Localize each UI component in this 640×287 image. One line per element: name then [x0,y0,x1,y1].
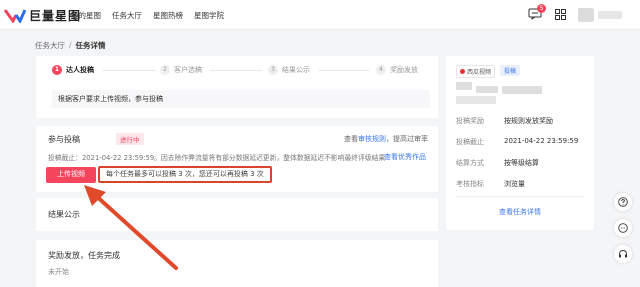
info-key: 投稿奖励 [456,117,484,125]
star-logo-icon [4,9,26,23]
breadcrumb-current: 任务详情 [75,41,106,50]
submission-limit-note: 每个任务最多可以投稿 3 次，您还可以再投稿 3 次 [98,166,272,183]
reward-title: 奖励发放，任务完成 [48,251,120,260]
logo[interactable]: 巨量星图 [4,7,81,24]
breadcrumb-separator: / [69,41,72,50]
step-connector [210,70,262,71]
step-submit: 1 达人投稿 [52,65,94,75]
source-tag: 西瓜视频 [456,65,496,78]
step-result: 3 结果公示 [268,65,310,75]
submission-deadline: 投稿截止：2021-04-22 23:59:59。因去除作弊流量将有部分数据延迟… [48,154,386,162]
nav-item-task-hall[interactable]: 任务大厅 [112,10,142,21]
info-value: 2021-04-22 23:59:59 [504,137,579,145]
blurred-title [456,82,472,90]
info-key: 考核指标 [456,180,484,188]
apps-grid-icon[interactable] [555,9,566,20]
message-count-badge: 5 [537,4,546,13]
step-reward: 4 奖励发放 [376,65,418,75]
review-rules-line: 查看审核规则，提高过审率 [344,134,428,144]
info-value: 浏览量 [504,180,525,188]
type-tag: 投稿 [500,65,521,76]
reward-card: 奖励发放，任务完成 未开始 [36,240,438,287]
xigua-icon [460,69,465,74]
upload-video-button[interactable]: 上传视频 [46,167,96,183]
submission-title: 参与投稿 [48,135,80,144]
source-tag-label: 西瓜视频 [467,69,492,76]
step-connector [102,70,156,71]
task-info-panel: 西瓜视频 投稿 投稿奖励 按规则发放奖励 投稿截止 2021-04-22 23:… [446,56,594,230]
result-title: 结果公示 [48,210,80,219]
nav-item-my-star[interactable]: 我的星图 [71,10,101,21]
rules-suffix: ，提高过审率 [386,135,428,143]
result-card: 结果公示 [36,198,438,231]
info-key: 投稿截止 [456,138,484,146]
headset-icon [619,250,627,258]
blurred-title [502,86,542,94]
reward-status: 未开始 [48,268,69,276]
step-description: 根据客户要求上传视频，参与投稿 [52,90,430,108]
step-label: 结果公示 [282,66,310,74]
step-label: 奖励发放 [390,66,418,74]
view-best-works-link[interactable]: 查看优秀作品 [384,152,426,162]
feedback-icon [618,223,628,233]
nav-item-academy[interactable]: 星图学院 [194,10,224,21]
info-row-reward: 投稿奖励 按规则发放奖励 [456,116,553,126]
info-row-settlement: 结算方式 按等级结算 [456,158,539,168]
status-badge: 进行中 [116,133,144,145]
step-number: 3 [268,65,278,75]
avatar[interactable] [578,8,594,22]
username-blurred[interactable] [598,11,622,19]
step-connector [318,70,370,71]
step-label: 客户选稿 [174,66,202,74]
step-client-select: 2 客户选稿 [160,65,202,75]
info-value: 按等级结算 [504,159,539,167]
nav-item-hot-list[interactable]: 星图热榜 [153,10,183,21]
rules-prefix: 查看 [344,135,358,143]
divider [456,196,584,197]
submission-card: 参与投稿 进行中 查看审核规则，提高过审率 投稿截止：2021-04-22 23… [36,126,438,192]
view-task-details-link[interactable]: 查看任务详情 [446,207,594,217]
info-value: 按规则发放奖励 [504,117,553,125]
info-row-metric: 考核指标 浏览量 [456,179,525,189]
review-rules-link[interactable]: 审核规则 [358,135,386,143]
info-row-deadline: 投稿截止 2021-04-22 23:59:59 [456,137,578,147]
step-label: 达人投稿 [66,66,94,74]
breadcrumb-task-hall[interactable]: 任务大厅 [35,41,65,50]
blurred-subtitle [456,96,496,104]
breadcrumb: 任务大厅 / 任务详情 [35,40,106,51]
feedback-button[interactable] [614,219,632,237]
support-button[interactable] [614,245,632,263]
steps-card: 1 达人投稿 2 客户选稿 3 结果公示 4 奖励发放 根据客户要求上传视频，参… [36,56,438,118]
help-button[interactable] [614,193,632,211]
help-icon [618,197,628,207]
step-number: 4 [376,65,386,75]
info-key: 结算方式 [456,159,484,167]
top-nav: 巨量星图 我的星图 任务大厅 星图热榜 星图学院 5 [0,0,640,30]
blurred-title [476,86,498,93]
step-number: 1 [52,65,62,75]
step-number: 2 [160,65,170,75]
